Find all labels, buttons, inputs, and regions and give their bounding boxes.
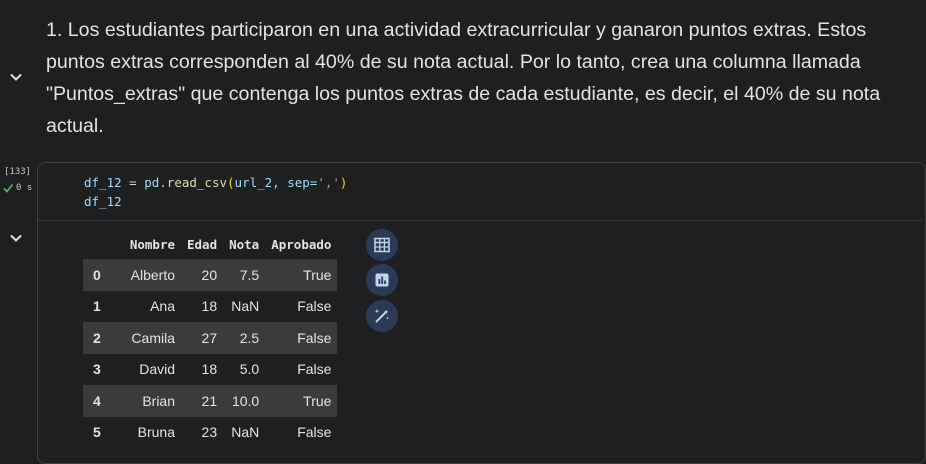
markdown-text: 1. Los estudiantes participaron en una a…: [46, 19, 881, 137]
table-cell: 18: [201, 361, 218, 378]
table-icon: [374, 237, 390, 253]
table-cell: Alberto: [130, 266, 175, 283]
code-token: (: [227, 175, 235, 190]
table-cell: David: [139, 361, 175, 378]
generate-code-button[interactable]: [366, 300, 398, 332]
collapse-section-chevron-icon[interactable]: [9, 70, 23, 84]
row-index: 1: [93, 298, 101, 315]
code-token: pd.: [144, 175, 167, 190]
code-token: ): [339, 175, 348, 190]
execution-time: 0 s: [16, 183, 33, 193]
execution-count: [133]: [4, 167, 32, 177]
table-cell: True: [303, 392, 332, 409]
dataframe-table: Nombre Edad Nota Aprobado 0 Alberto 20 7…: [83, 229, 338, 449]
code-token: read_csv: [166, 175, 228, 190]
magic-wand-icon: [374, 309, 389, 323]
table-cell: False: [297, 329, 332, 346]
table-row: 1 Ana 18 NaN False: [83, 291, 337, 323]
row-index: 3: [93, 361, 101, 378]
table-cell: 23: [201, 424, 218, 441]
table-cell: False: [297, 298, 332, 315]
table-cell: NaN: [231, 424, 260, 441]
table-cell: True: [303, 266, 332, 283]
table-cell: 7.5: [239, 266, 260, 283]
table-cell: Brian: [142, 392, 175, 409]
table-cell: 27: [201, 329, 218, 346]
column-header: Aprobado: [271, 236, 332, 252]
suggest-charts-button[interactable]: [366, 264, 398, 296]
table-row: 4 Brian 21 10.0 True: [83, 385, 338, 417]
convert-to-interactive-table-button[interactable]: [366, 229, 398, 261]
table-cell: False: [297, 424, 332, 441]
code-token: ',': [317, 175, 340, 190]
table-cell: NaN: [231, 298, 260, 315]
row-index: 5: [93, 424, 101, 441]
table-cell: Camila: [131, 329, 175, 346]
code-editor[interactable]: [38, 163, 923, 221]
table-cell: Bruna: [137, 424, 175, 441]
table-cell: 21: [201, 392, 218, 409]
table-cell: 5.0: [239, 361, 260, 378]
column-header: Edad: [187, 236, 218, 252]
row-index: 2: [93, 329, 101, 346]
code-token: url_2, sep=: [234, 175, 318, 190]
table-cell: False: [297, 361, 332, 378]
table-row: 2 Camila 27 2.5 False: [83, 322, 338, 354]
collapse-output-chevron-icon[interactable]: [9, 231, 23, 245]
table-cell: 2.5: [239, 329, 260, 346]
table-header-row: Nombre Edad Nota Aprobado: [83, 229, 337, 259]
table-cell: 10.0: [231, 392, 260, 409]
table-row: 0 Alberto 20 7.5 True: [83, 259, 338, 291]
row-index: 0: [93, 266, 101, 283]
chart-icon: [375, 273, 389, 287]
code-line-2[interactable]: df_12: [84, 194, 122, 209]
row-index: 4: [93, 392, 101, 409]
execution-status: 0 s: [3, 183, 32, 193]
table-row: 5 Bruna 23 NaN False: [83, 417, 337, 449]
table-row: 3 David 18 5.0 False: [83, 354, 337, 386]
table-cell: Ana: [150, 298, 175, 315]
code-token: df_12: [84, 175, 122, 190]
column-header: Nota: [229, 236, 260, 252]
table-cell: 20: [201, 266, 218, 283]
check-icon: [3, 184, 13, 193]
column-header: [83, 229, 119, 259]
code-token: =: [121, 175, 145, 190]
code-line-1[interactable]: df_12 = pd.read_csv(url_2, sep=','): [84, 175, 347, 190]
code-token: df_12: [84, 194, 122, 209]
column-header: Nombre: [129, 236, 175, 252]
table-cell: 18: [201, 298, 218, 315]
